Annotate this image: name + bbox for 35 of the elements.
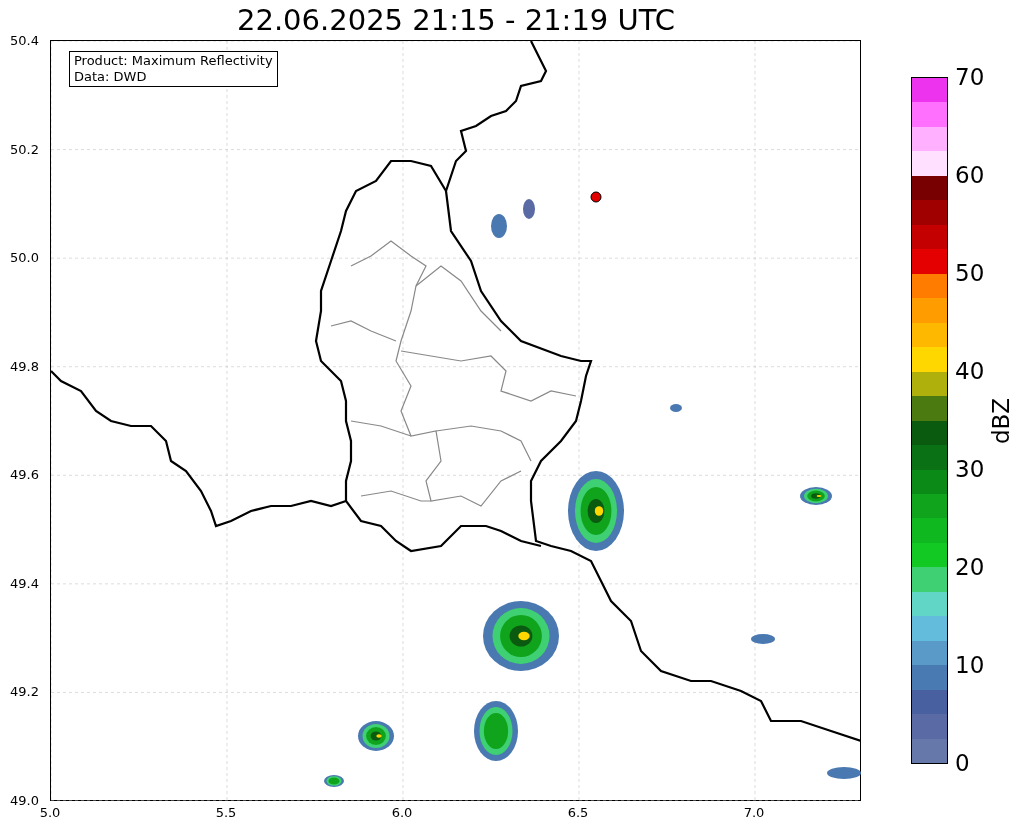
y-tick-label: 49.6 (10, 467, 39, 481)
colorbar-label: dBZ (989, 397, 1013, 445)
y-tick-label: 50.2 (10, 142, 39, 156)
radar-echo (800, 487, 832, 505)
colorbar-tick-label: 40 (955, 359, 985, 383)
y-tick-label: 49.4 (10, 576, 39, 590)
location-marker (590, 191, 602, 203)
radar-echo (358, 721, 394, 751)
radar-echo (324, 775, 344, 787)
colorbar-tick-label: 20 (955, 555, 985, 579)
x-tick-label: 6.0 (391, 806, 413, 819)
radar-echo (523, 199, 535, 219)
x-tick-label: 5.0 (39, 806, 61, 819)
radar-echo (491, 214, 507, 238)
radar-echo (670, 404, 682, 412)
radar-echo (474, 701, 518, 761)
radar-echo (751, 634, 775, 644)
y-tick-label: 49.2 (10, 684, 39, 698)
colorbar-tick-label: 70 (955, 65, 985, 89)
y-tick-label: 49.8 (10, 359, 39, 373)
y-tick-label: 50.0 (10, 250, 39, 264)
colorbar-tick-label: 0 (955, 751, 970, 775)
info-text: Data: DWD (74, 69, 148, 85)
info-text: Product: Maximum Reflectivity (74, 53, 273, 69)
chart-title: 22.06.2025 21:15 - 21:19 UTC (237, 5, 675, 35)
y-tick-label: 49.0 (10, 793, 39, 807)
colorbar-tick-label: 50 (955, 261, 985, 285)
y-tick-label: 50.4 (10, 33, 39, 47)
colorbar-tick-label: 10 (955, 653, 985, 677)
colorbar-tick-label: 30 (955, 457, 985, 481)
radar-echo (827, 767, 861, 779)
x-tick-label: 5.5 (215, 806, 237, 819)
x-tick-label: 7.0 (743, 806, 765, 819)
colorbar-tick-label: 60 (955, 163, 985, 187)
x-tick-label: 6.5 (567, 806, 589, 819)
